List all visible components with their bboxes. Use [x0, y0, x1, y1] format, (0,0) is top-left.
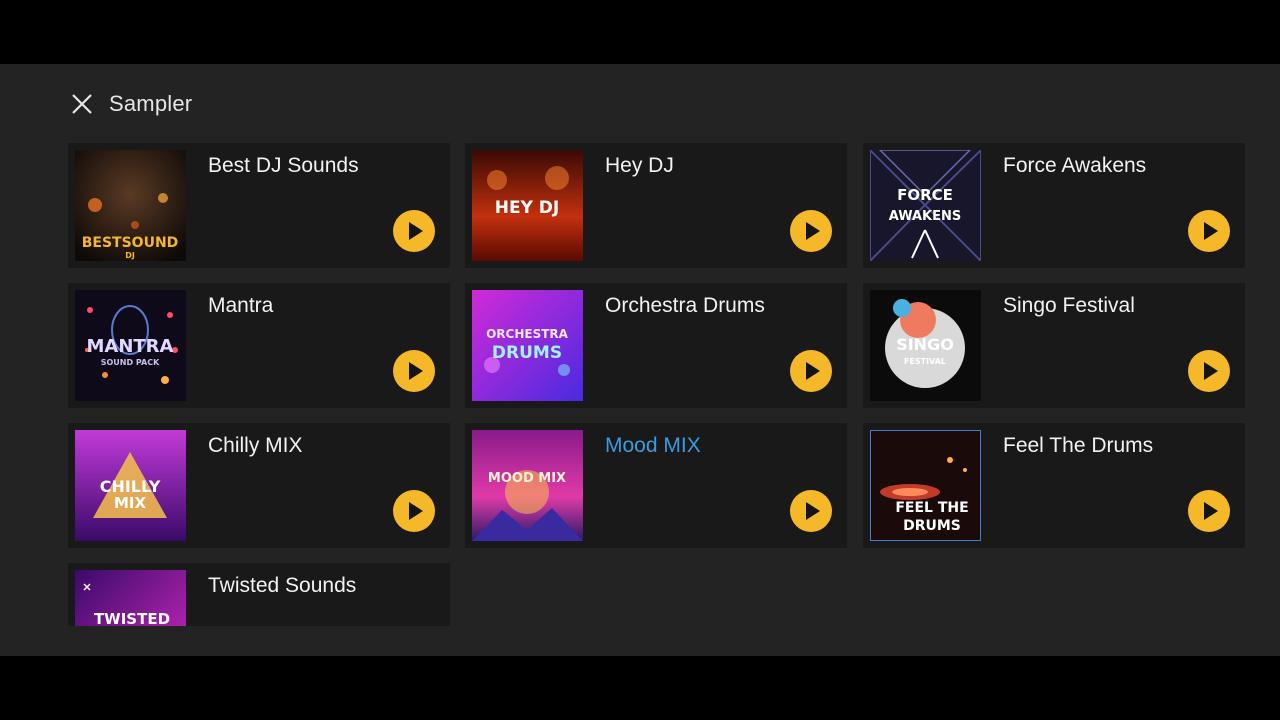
- pack-cover-image: HEY DJ: [472, 150, 583, 261]
- cover-text: SINGO: [896, 335, 954, 354]
- page-title: Sampler: [109, 91, 193, 116]
- sample-pack-card[interactable]: MANTRA SOUND PACK Mantra: [68, 283, 450, 408]
- play-icon: [409, 502, 423, 520]
- pack-title: Mood MIX: [605, 434, 701, 457]
- cover-text: MANTRA: [87, 336, 174, 357]
- play-icon: [1204, 362, 1218, 380]
- pack-title: Chilly MIX: [208, 434, 303, 457]
- sample-pack-card[interactable]: FORCE AWAKENS Force Awakens: [863, 143, 1245, 268]
- sample-pack-card[interactable]: ORCHESTRA DRUMS Orchestra Drums: [465, 283, 847, 408]
- pack-title: Force Awakens: [1003, 154, 1147, 177]
- pack-title: Twisted Sounds: [208, 574, 357, 597]
- sample-pack-card[interactable]: SINGO FESTIVAL Singo Festival: [863, 283, 1245, 408]
- play-icon: [1204, 222, 1218, 240]
- play-icon: [1204, 502, 1218, 520]
- sampler-header: Sampler: [68, 88, 192, 120]
- pack-cover-image: SINGO FESTIVAL: [870, 290, 981, 401]
- play-button[interactable]: [790, 490, 832, 532]
- sample-pack-card[interactable]: BESTSOUND DJ Best DJ Sounds: [68, 143, 450, 268]
- play-icon: [409, 222, 423, 240]
- cover-text: FEEL THE: [895, 500, 968, 516]
- cover-subtext: DRUMS: [903, 518, 961, 534]
- sample-pack-card[interactable]: FEEL THE DRUMS Feel The Drums: [863, 423, 1245, 548]
- play-button[interactable]: [1188, 490, 1230, 532]
- play-icon: [409, 362, 423, 380]
- pack-cover-image: TWISTED: [75, 570, 186, 626]
- cover-text: TWISTED: [94, 610, 170, 626]
- pack-title: Hey DJ: [605, 154, 674, 177]
- cover-subtext: SOUND PACK: [101, 358, 160, 367]
- pack-cover-image: BESTSOUND DJ: [75, 150, 186, 261]
- cover-subtext: AWAKENS: [889, 209, 962, 224]
- cover-text: HEY DJ: [495, 198, 560, 218]
- pack-title: Best DJ Sounds: [208, 154, 359, 177]
- pack-cover-image: FORCE AWAKENS: [870, 150, 981, 261]
- pack-title: Singo Festival: [1003, 294, 1135, 317]
- sample-pack-card[interactable]: TWISTED Twisted Sounds: [68, 563, 450, 626]
- sample-pack-card[interactable]: CHILLY MIX Chilly MIX: [68, 423, 450, 548]
- pack-title: Orchestra Drums: [605, 294, 765, 317]
- sample-pack-card[interactable]: MOOD MIX Mood MIX: [465, 423, 847, 548]
- cover-text: ORCHESTRA: [486, 327, 569, 341]
- sample-pack-grid: BESTSOUND DJ Best DJ Sounds HEY DJ Hey D…: [68, 143, 1245, 626]
- play-icon: [806, 362, 820, 380]
- cover-subtext: DJ: [125, 251, 135, 260]
- play-icon: [806, 222, 820, 240]
- sampler-panel: Sampler BESTSOUND DJ Best DJ Sounds HEY …: [0, 64, 1280, 656]
- pack-title: Mantra: [208, 294, 274, 317]
- play-button[interactable]: [393, 350, 435, 392]
- cover-text: FORCE: [897, 186, 953, 204]
- play-button[interactable]: [790, 350, 832, 392]
- cover-subtext: FESTIVAL: [904, 357, 946, 366]
- pack-cover-image: ORCHESTRA DRUMS: [472, 290, 583, 401]
- pack-cover-image: CHILLY MIX: [75, 430, 186, 541]
- cover-subtext: DRUMS: [492, 343, 562, 363]
- pack-cover-image: MOOD MIX: [472, 430, 583, 541]
- sample-pack-card[interactable]: HEY DJ Hey DJ: [465, 143, 847, 268]
- cover-text: BESTSOUND: [82, 235, 179, 251]
- close-icon[interactable]: [68, 90, 96, 118]
- pack-cover-image: MANTRA SOUND PACK: [75, 290, 186, 401]
- play-button[interactable]: [393, 490, 435, 532]
- pack-title: Feel The Drums: [1003, 434, 1154, 457]
- cover-text: MOOD MIX: [488, 471, 566, 486]
- play-button[interactable]: [1188, 210, 1230, 252]
- cover-subtext: MIX: [114, 494, 147, 512]
- play-button[interactable]: [393, 210, 435, 252]
- play-button[interactable]: [790, 210, 832, 252]
- play-icon: [806, 502, 820, 520]
- pack-cover-image: FEEL THE DRUMS: [870, 430, 981, 541]
- play-button[interactable]: [1188, 350, 1230, 392]
